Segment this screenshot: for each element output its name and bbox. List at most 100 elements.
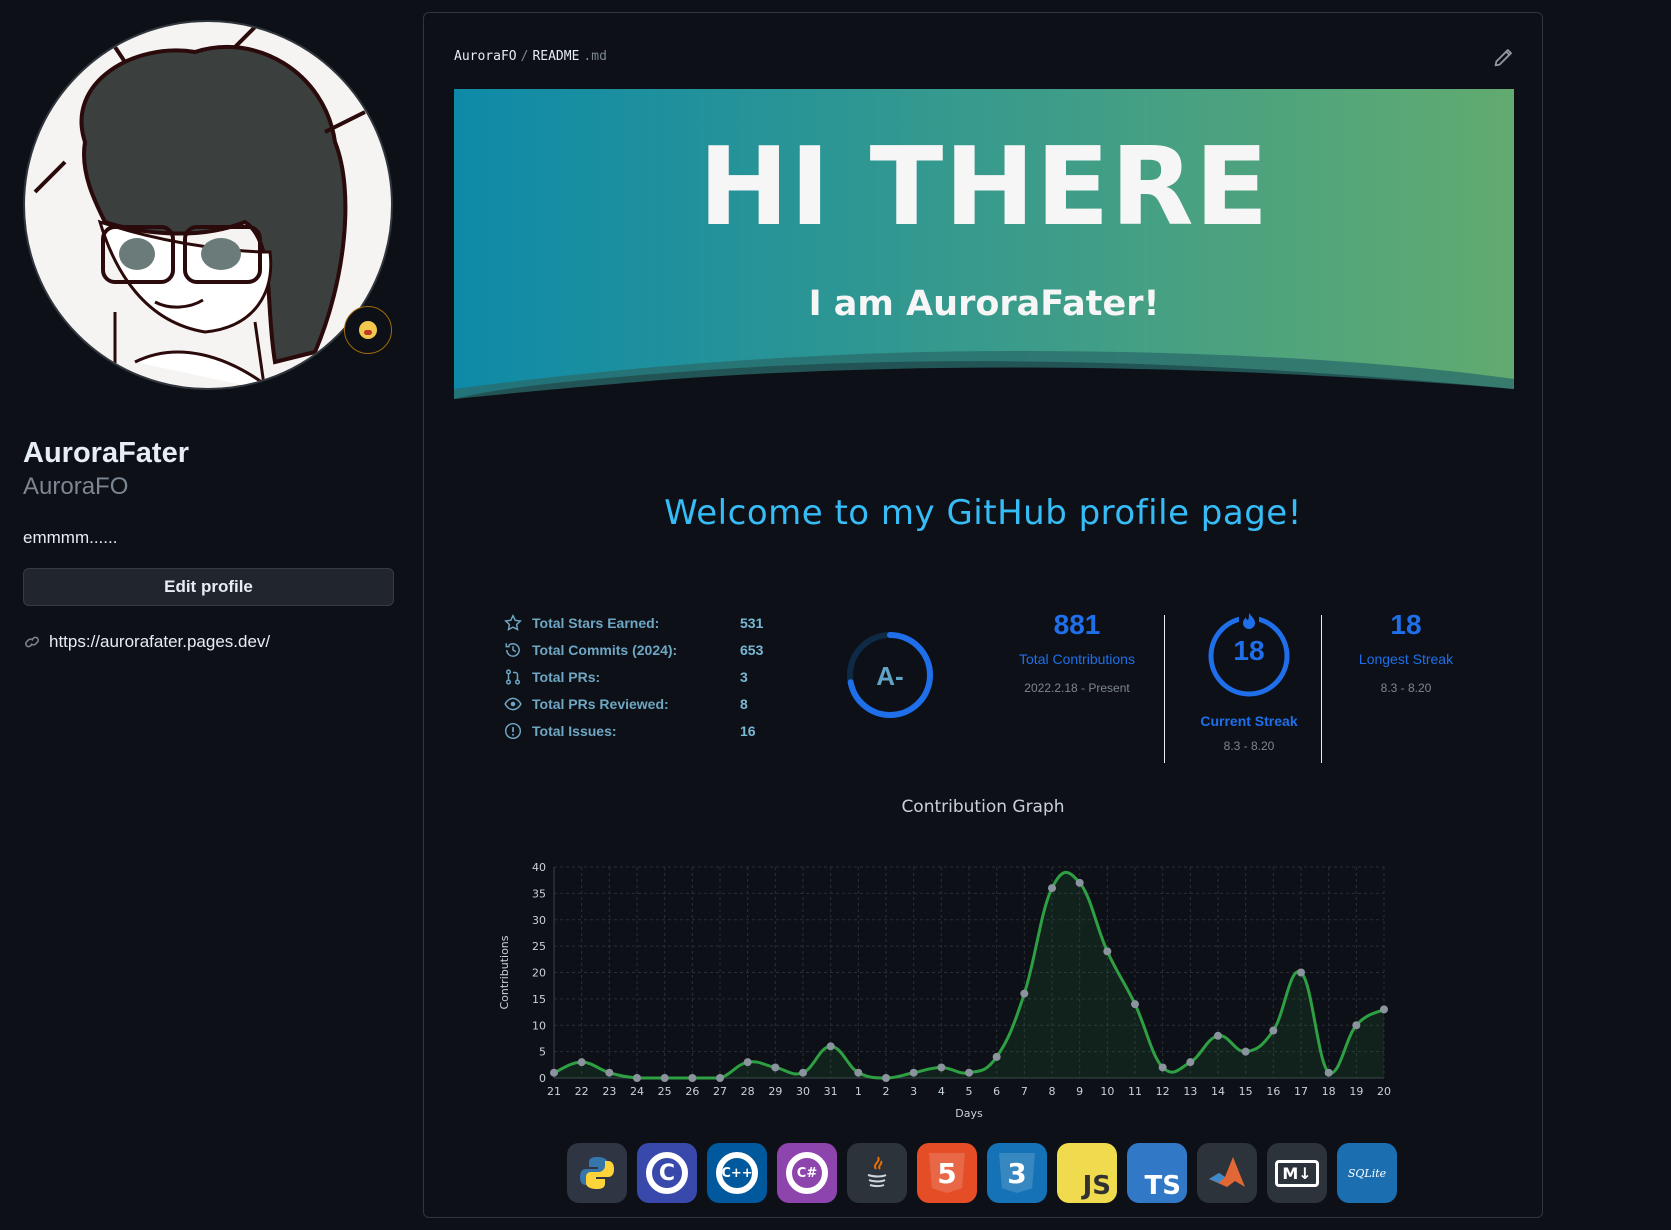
stat-value: 16 [740, 722, 756, 739]
pull-request-icon [505, 668, 521, 685]
current-streak-label: Current Streak [1200, 713, 1298, 729]
display-name: AuroraFater [23, 437, 189, 469]
data-point [1131, 1000, 1139, 1009]
x-tick-label: 30 [796, 1085, 810, 1098]
y-tick-label: 40 [532, 861, 546, 874]
y-tick-label: 35 [532, 887, 546, 900]
x-tick-label: 12 [1156, 1085, 1170, 1098]
rank-grade: A- [876, 661, 904, 691]
repo-owner-link[interactable]: AuroraFO [454, 49, 517, 64]
html5-icon: 5 [917, 1143, 977, 1203]
data-point [633, 1074, 641, 1082]
data-point [716, 1074, 724, 1082]
website-link[interactable]: https://aurorafater.pages.dev/ [49, 632, 270, 652]
x-tick-label: 10 [1100, 1085, 1114, 1098]
y-tick-label: 15 [532, 993, 546, 1006]
tech-stack-icons: C C++ C# 5 3 JS TS M↓ SQLite [567, 1143, 1397, 1203]
x-tick-label: 18 [1322, 1085, 1336, 1098]
sqlite-icon: SQLite [1337, 1143, 1397, 1203]
contribution-graph: 051015202530354021 22 23 24 25 26 27 28 29 30 31 1 2… [498, 861, 1391, 1120]
data-point [1241, 1047, 1250, 1056]
data-point [826, 1042, 835, 1051]
data-point [909, 1068, 918, 1077]
longest-streak: 18 Longest Streak 8.3 - 8.20 [1323, 603, 1489, 763]
x-tick-label: 13 [1183, 1085, 1197, 1098]
y-tick-label: 0 [539, 1072, 546, 1085]
x-tick-label: 5 [966, 1085, 973, 1098]
data-point [1269, 1026, 1278, 1035]
stat-value: 3 [740, 668, 748, 685]
x-tick-label: 15 [1239, 1085, 1253, 1098]
stat-label: Total PRs: [532, 668, 601, 685]
banner-subtitle: I am AuroraFater! [808, 284, 1160, 324]
y-tick-label: 5 [539, 1046, 546, 1059]
data-point [1352, 1021, 1361, 1030]
readme-path: AuroraFO / README .md [454, 49, 607, 64]
profile-sidebar: AuroraFater AuroraFO emmmm...... Edit pr… [23, 20, 394, 652]
issue-icon [504, 722, 522, 739]
matlab-icon [1197, 1143, 1257, 1203]
x-tick-label: 29 [768, 1085, 782, 1098]
data-point [1186, 1058, 1195, 1067]
streak-divider [1321, 615, 1322, 763]
data-point [1158, 1063, 1167, 1072]
longest-streak-label: Longest Streak [1358, 651, 1454, 667]
cpp-icon: C++ [707, 1143, 767, 1203]
link-icon [25, 636, 39, 648]
x-tick-label: 22 [575, 1085, 589, 1098]
data-point [605, 1068, 614, 1077]
data-point [1075, 878, 1084, 887]
x-tick-label: 4 [938, 1085, 945, 1098]
x-tick-label: 20 [1377, 1085, 1391, 1098]
readme-file-name[interactable]: README [532, 49, 579, 64]
x-tick-label: 17 [1294, 1085, 1308, 1098]
path-separator: / [520, 49, 529, 64]
c-icon: C [637, 1143, 697, 1203]
total-contributions: 881 Total Contributions 2022.2.18 - Pres… [994, 603, 1160, 763]
current-streak: 18 Current Streak 8.3 - 8.20 [1166, 603, 1332, 763]
data-point [688, 1074, 697, 1082]
stat-label: Total Commits (2024): [532, 641, 678, 658]
y-tick-label: 20 [532, 967, 546, 980]
edit-profile-button[interactable]: Edit profile [23, 568, 394, 606]
current-streak-value: 18 [1233, 635, 1265, 666]
x-tick-label: 26 [685, 1085, 699, 1098]
y-axis-label: Contributions [498, 935, 511, 1009]
website-link-row: https://aurorafater.pages.dev/ [23, 632, 393, 652]
x-tick-label: 14 [1211, 1085, 1225, 1098]
x-tick-label: 1 [855, 1085, 862, 1098]
x-tick-label: 9 [1076, 1085, 1083, 1098]
data-point [1324, 1068, 1333, 1077]
x-tick-label: 31 [824, 1085, 838, 1098]
avatar-container [23, 20, 393, 392]
x-tick-label: 25 [658, 1085, 672, 1098]
avatar[interactable] [23, 20, 393, 390]
stat-row: Total Commits (2024): 653 [504, 636, 804, 663]
eye-icon [504, 697, 522, 710]
data-point [882, 1074, 890, 1082]
x-tick-label: 6 [993, 1085, 1000, 1098]
status-emoji-button[interactable] [344, 306, 392, 354]
x-tick-label: 16 [1266, 1085, 1280, 1098]
github-stats-card: Total Stars Earned: 531 Total Commits (2… [504, 609, 804, 744]
python-icon [567, 1143, 627, 1203]
total-contributions-value: 881 [1053, 609, 1101, 640]
data-point [937, 1063, 946, 1072]
stat-row: Total PRs Reviewed: 8 [504, 690, 804, 717]
edit-readme-pencil-icon[interactable] [1492, 47, 1514, 69]
current-streak-range: 8.3 - 8.20 [1223, 739, 1275, 753]
data-point [743, 1058, 752, 1067]
markdown-icon: M↓ [1267, 1143, 1327, 1203]
data-point [660, 1074, 669, 1082]
data-point [965, 1068, 973, 1077]
y-tick-label: 30 [532, 914, 546, 927]
stat-value: 653 [740, 641, 764, 658]
stat-label: Total Issues: [532, 722, 617, 739]
x-tick-label: 21 [547, 1085, 561, 1098]
data-point [771, 1063, 780, 1072]
data-point [1103, 947, 1112, 956]
longest-streak-range: 8.3 - 8.20 [1380, 681, 1432, 695]
data-point [1048, 884, 1056, 893]
streak-divider [1164, 615, 1165, 763]
longest-streak-value: 18 [1390, 609, 1422, 640]
